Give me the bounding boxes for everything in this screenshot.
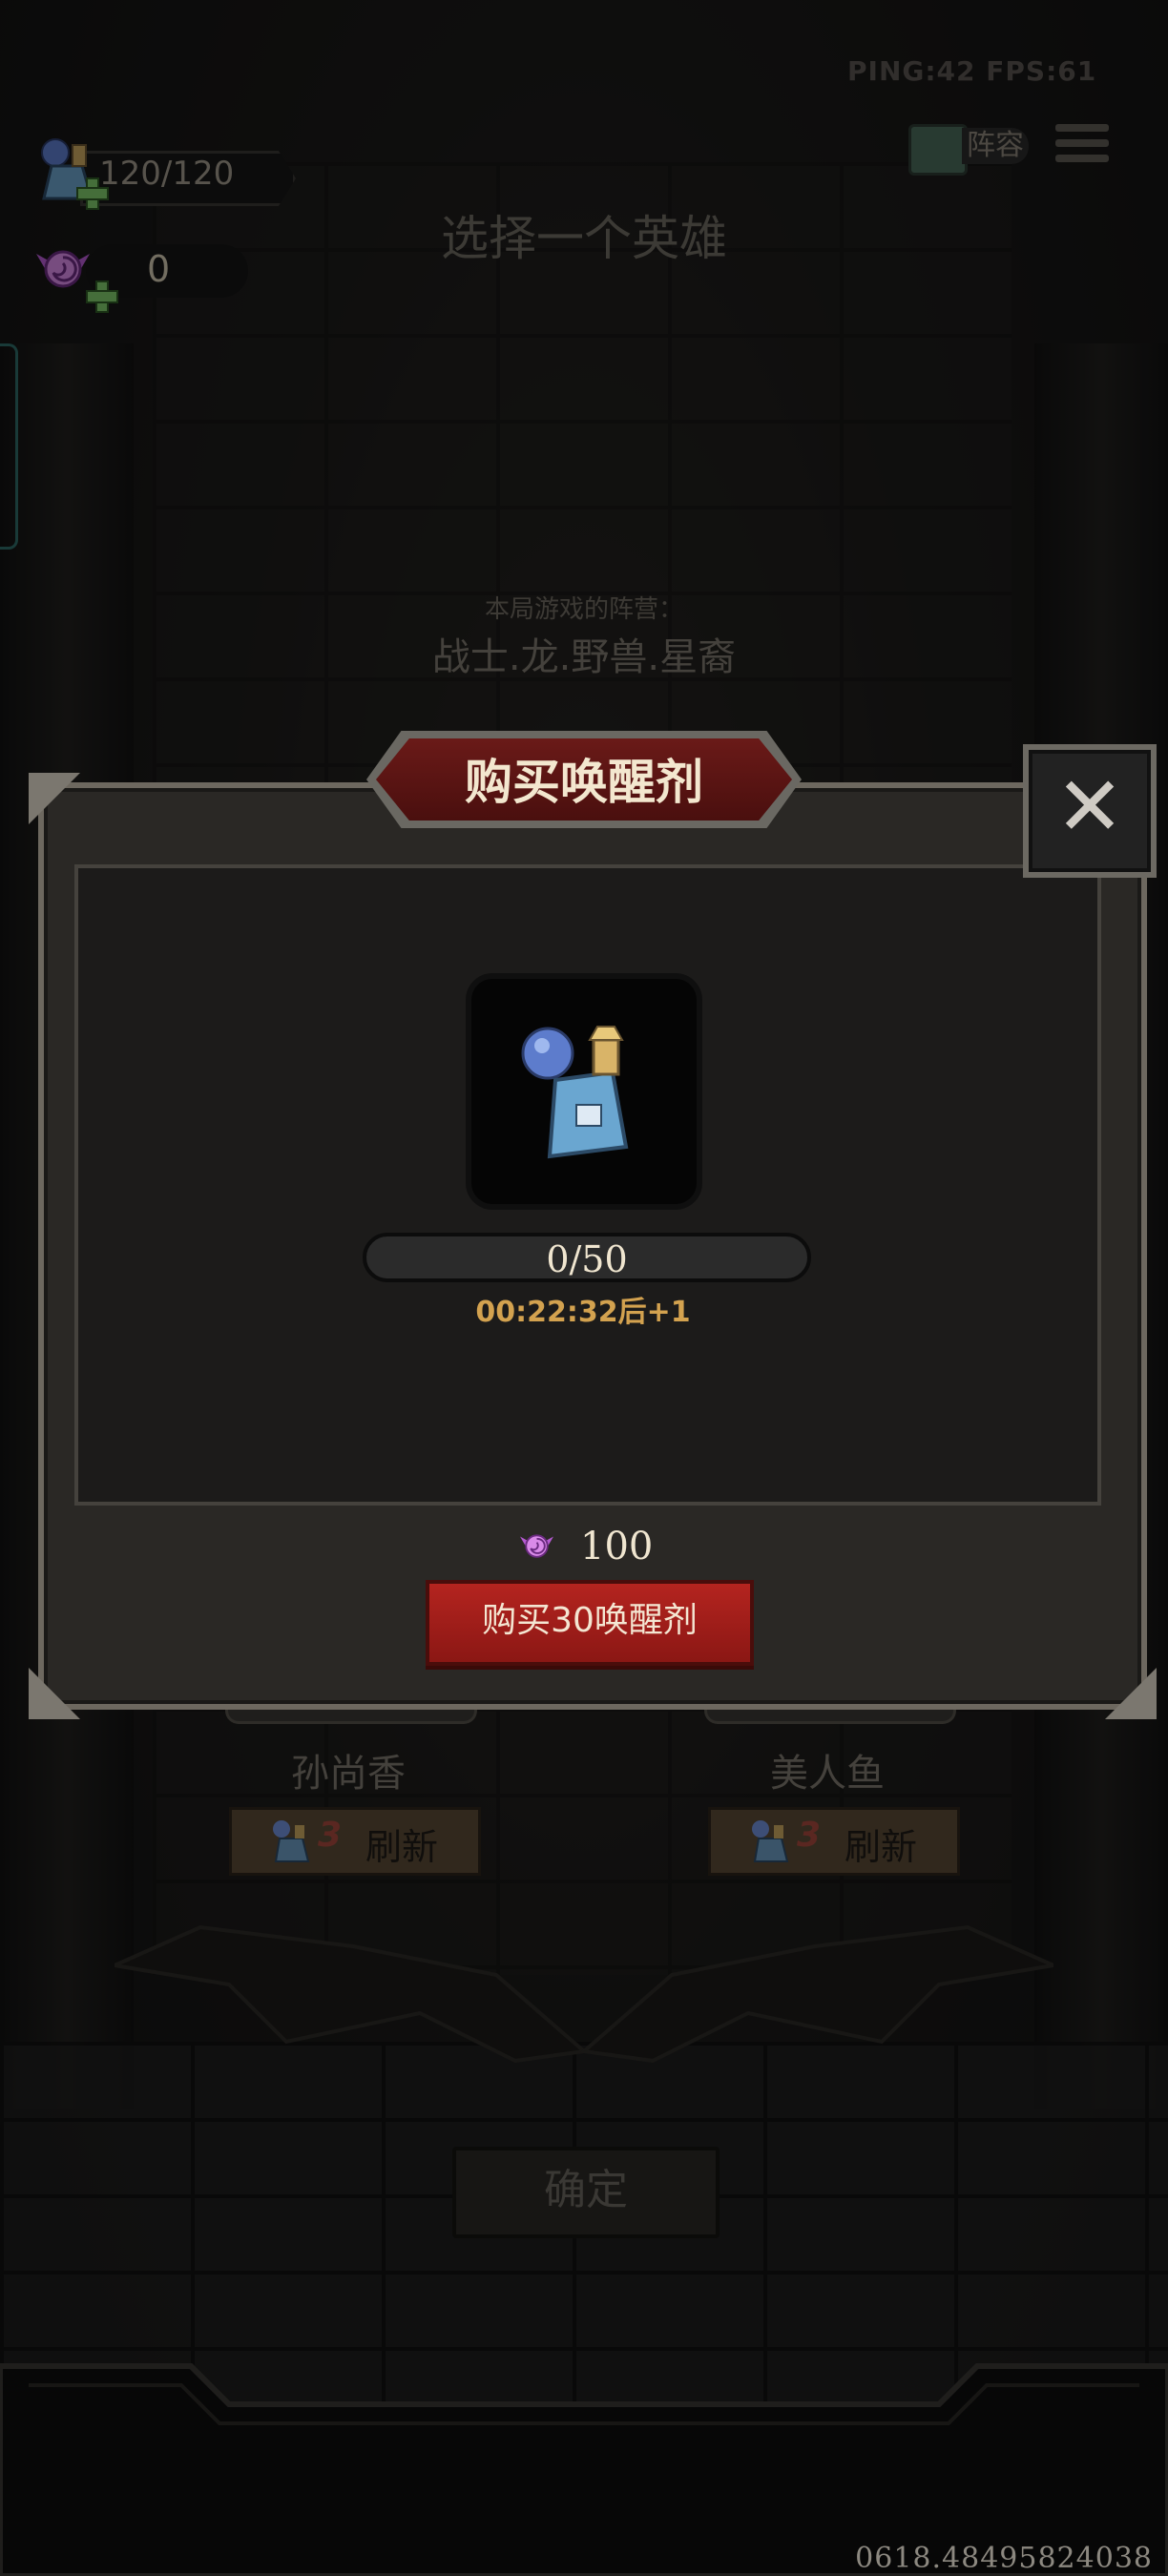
- price-display: 100: [515, 1525, 706, 1572]
- close-icon: ✕: [1054, 759, 1125, 855]
- buy-awakening-button[interactable]: 购买30唤醒剂: [426, 1580, 754, 1666]
- awakening-potion-icon: [521, 1026, 629, 1159]
- build-id: 0618.48495824038: [855, 2542, 1153, 2575]
- candy-icon: [520, 1534, 553, 1558]
- item-slot: [471, 979, 697, 1204]
- regen-timer: 00:22:32后+1: [475, 1296, 691, 1329]
- progress-text: 0/50: [546, 1238, 628, 1280]
- awakening-progress-bar: 0/50: [363, 1233, 811, 1282]
- close-button[interactable]: ✕: [1023, 744, 1157, 878]
- price-value: 100: [580, 1525, 654, 1568]
- dialog-title: 购买唤醒剂: [465, 755, 703, 810]
